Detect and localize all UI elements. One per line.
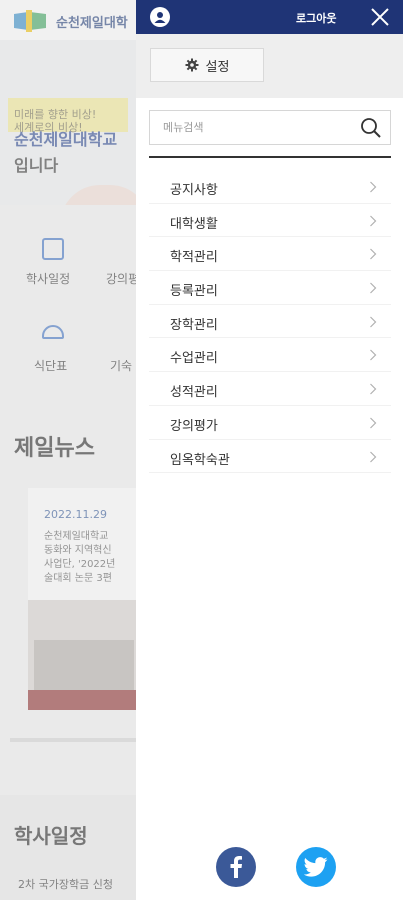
facebook-button[interactable] bbox=[216, 847, 256, 887]
search-icon[interactable] bbox=[360, 117, 382, 139]
chevron-right-icon bbox=[370, 417, 377, 429]
chevron-right-icon bbox=[370, 316, 377, 328]
side-drawer: 로그아웃 설정 공지사항 bbox=[136, 0, 403, 900]
settings-button[interactable]: 설정 bbox=[150, 48, 264, 82]
menu-item-label: 강의평가 bbox=[170, 418, 218, 434]
menu-list: 공지사항 대학생활 학적관리 등록관리 장학관리 수업관리 성적관리 강의평가 bbox=[149, 170, 391, 474]
chevron-right-icon bbox=[370, 248, 377, 260]
menu-item-notice[interactable]: 공지사항 bbox=[149, 170, 391, 204]
chevron-right-icon bbox=[370, 350, 377, 361]
menu-item-label: 학적관리 bbox=[170, 250, 218, 266]
logout-button[interactable]: 로그아웃 bbox=[296, 10, 336, 26]
settings-area: 설정 bbox=[136, 34, 403, 98]
twitter-button[interactable] bbox=[296, 847, 336, 887]
user-icon bbox=[154, 12, 166, 23]
search-divider bbox=[149, 156, 391, 158]
chevron-right-icon bbox=[370, 282, 377, 294]
twitter-icon bbox=[304, 857, 328, 877]
menu-item-label: 임옥학숙관 bbox=[170, 452, 230, 468]
chevron-right-icon bbox=[370, 181, 377, 193]
menu-item-campus-life[interactable]: 대학생활 bbox=[149, 204, 391, 238]
menu-item-label: 등록관리 bbox=[170, 284, 218, 300]
facebook-icon bbox=[230, 856, 242, 878]
menu-item-label: 장학관리 bbox=[170, 317, 218, 333]
menu-item-classes[interactable]: 수업관리 bbox=[149, 338, 391, 373]
chevron-right-icon bbox=[370, 215, 377, 227]
chevron-right-icon bbox=[370, 451, 377, 462]
menu-item-registration[interactable]: 등록관리 bbox=[149, 271, 391, 305]
menu-item-dormitory[interactable]: 임옥학숙관 bbox=[149, 440, 391, 474]
menu-item-label: 공지사항 bbox=[170, 183, 218, 198]
user-avatar[interactable] bbox=[150, 7, 170, 27]
close-icon[interactable] bbox=[368, 5, 392, 29]
drawer-backdrop[interactable] bbox=[0, 0, 136, 900]
gear-icon bbox=[185, 58, 199, 72]
menu-item-grades[interactable]: 성적관리 bbox=[149, 372, 391, 406]
settings-label: 설정 bbox=[205, 59, 230, 75]
chevron-right-icon bbox=[370, 383, 377, 395]
menu-item-label: 대학생활 bbox=[170, 216, 218, 232]
menu-item-scholarship[interactable]: 장학관리 bbox=[149, 305, 391, 339]
menu-search-box bbox=[149, 110, 391, 145]
menu-item-label: 수업관리 bbox=[170, 351, 218, 367]
menu-item-course-evaluation[interactable]: 강의평가 bbox=[149, 406, 391, 440]
drawer-header: 로그아웃 bbox=[136, 0, 403, 34]
menu-item-academic-records[interactable]: 학적관리 bbox=[149, 237, 391, 272]
menu-search-input[interactable] bbox=[150, 111, 350, 144]
menu-item-label: 성적관리 bbox=[170, 385, 218, 401]
